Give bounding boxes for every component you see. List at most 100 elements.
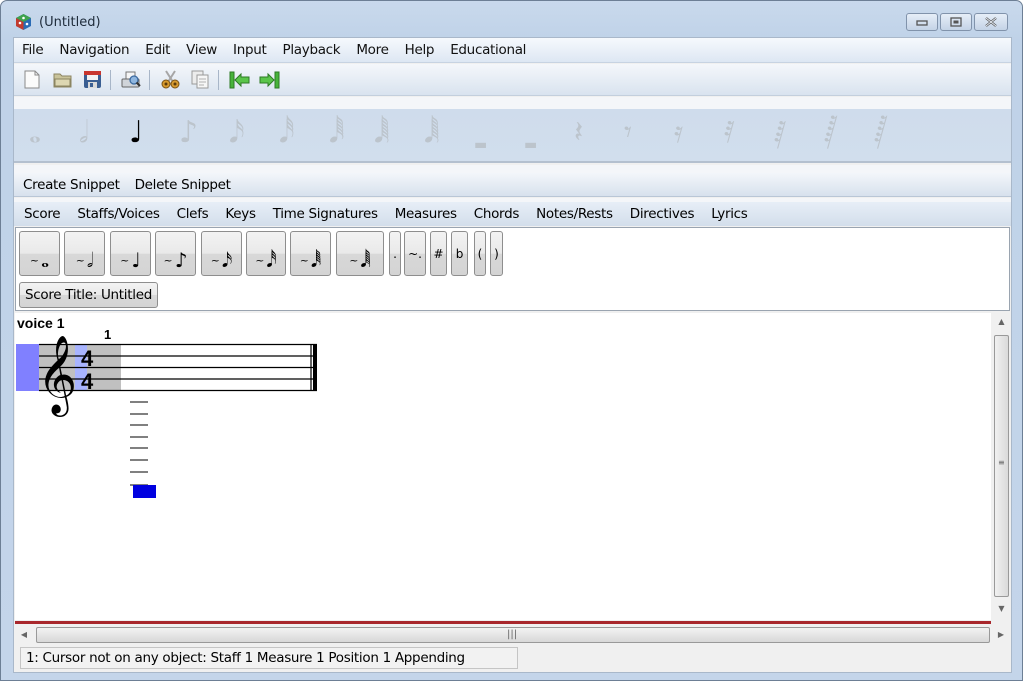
vertical-scrollbar[interactable]: ▲ ≡ ▼: [992, 313, 1011, 624]
tie-tilde: ~: [120, 254, 130, 267]
quarter-note-icon: ♩: [131, 248, 141, 272]
title-bar[interactable]: (Untitled): [1, 1, 1022, 37]
menu-playback[interactable]: Playback: [282, 42, 340, 58]
status-bar: 1: Cursor not on any object: Staff 1 Mea…: [20, 647, 518, 669]
sixty-fourth-note-icon: 𝅘𝅥𝅱: [310, 248, 322, 272]
sixteenth-note-icon: 𝅘𝅥𝅯: [221, 248, 233, 272]
menu-navigation[interactable]: Navigation: [59, 42, 129, 58]
note-button-panel: Score Title: Untitled ~ 𝅝 ~ 𝅗𝅥 ~ ♩ ~ ♪ ~ 𝅘𝅥𝅯 ~ 𝅘𝅥𝅰 ~…: [15, 227, 1010, 311]
duration-256th-rest[interactable]: 𝅂: [874, 115, 887, 150]
create-snippet-button[interactable]: Create Snippet: [23, 177, 120, 193]
next-movement-button[interactable]: [258, 69, 280, 91]
duration-256th-note[interactable]: 𝅘𝅥𝅲: [424, 115, 440, 150]
duration-sixty-fourth-rest[interactable]: 𝅁: [774, 115, 786, 150]
duration-eighth-note[interactable]: ♪: [179, 115, 198, 150]
menu-educational[interactable]: Educational: [450, 42, 526, 58]
insert-thirty-second-note-button[interactable]: ~ 𝅘𝅥𝅰: [246, 231, 286, 276]
duration-palette: 𝅝 𝅗𝅥 ♩ ♪ 𝅘𝅥𝅯 𝅘𝅥𝅰 𝅘𝅥𝅱 𝅘𝅥𝅲 𝅘𝅥𝅲 ▬ ▬ 𝄽 𝄾 𝄿 𝅀 𝅁 𝅂 𝅂: [14, 109, 1011, 163]
insert-sixty-fourth-note-button[interactable]: ~ 𝅘𝅥𝅱: [290, 231, 331, 276]
duration-eighth-rest[interactable]: 𝄾: [624, 115, 632, 150]
delete-snippet-button[interactable]: Delete Snippet: [135, 177, 231, 193]
score-title-button[interactable]: Score Title: Untitled: [19, 282, 158, 308]
maximize-icon: [950, 17, 962, 27]
category-staffs-voices[interactable]: Staffs/Voices: [77, 206, 160, 222]
duration-half-rest[interactable]: ▬: [524, 137, 537, 153]
thirty-second-note-icon: 𝅘𝅥𝅰: [266, 248, 277, 272]
duration-128th-note[interactable]: 𝅘𝅥𝅲: [374, 115, 390, 150]
ledger-lines: [130, 401, 148, 486]
sharp-button[interactable]: #: [430, 231, 447, 276]
menu-more[interactable]: More: [356, 42, 389, 58]
category-time-signatures[interactable]: Time Signatures: [273, 206, 378, 222]
duration-whole-rest[interactable]: ▬: [474, 137, 487, 153]
insert-quarter-note-button[interactable]: ~ ♩: [110, 231, 151, 276]
new-file-button[interactable]: [21, 69, 43, 91]
tie-tilde: ~: [299, 254, 309, 267]
snippet-bar: Create Snippet Delete Snippet: [14, 173, 1011, 197]
category-keys[interactable]: Keys: [225, 206, 256, 222]
menu-help[interactable]: Help: [405, 42, 435, 58]
duration-whole-note[interactable]: 𝅝: [29, 115, 41, 150]
copy-button[interactable]: [189, 69, 211, 91]
barline-thick: [313, 344, 317, 391]
duration-sixteenth-note[interactable]: 𝅘𝅥𝅯: [229, 115, 245, 150]
menu-file[interactable]: File: [22, 42, 44, 58]
duration-quarter-rest[interactable]: 𝄽: [574, 115, 583, 150]
grip-icon: |||: [507, 629, 518, 640]
tie-tilde: ~: [75, 254, 85, 267]
score-staff-drawing: 𝄞 4 4: [16, 335, 317, 498]
print-preview-button[interactable]: [120, 69, 142, 91]
duration-half-note[interactable]: 𝅗𝅥: [79, 115, 89, 150]
cut-button[interactable]: [159, 69, 181, 91]
insert-whole-note-button[interactable]: ~ 𝅝: [19, 231, 60, 276]
category-directives[interactable]: Directives: [630, 206, 695, 222]
scroll-right-arrow-icon[interactable]: ▶: [992, 630, 1010, 639]
tie-tilde: ~: [255, 254, 265, 267]
duration-sixteenth-rest[interactable]: 𝄿: [674, 115, 683, 150]
category-chords[interactable]: Chords: [474, 206, 520, 222]
menu-edit[interactable]: Edit: [145, 42, 170, 58]
menu-input[interactable]: Input: [233, 42, 267, 58]
minimize-button[interactable]: [906, 13, 938, 31]
timesig-numerator: 4: [81, 346, 94, 371]
open-paren-button[interactable]: (: [474, 231, 486, 276]
duration-128th-rest[interactable]: 𝅂: [824, 115, 837, 150]
vertical-scroll-thumb[interactable]: ≡: [994, 335, 1009, 597]
close-button[interactable]: [974, 13, 1008, 31]
scroll-down-arrow-icon[interactable]: ▼: [992, 604, 1011, 613]
menu-view[interactable]: View: [186, 42, 217, 58]
tie-dot-button[interactable]: ~.: [404, 231, 426, 276]
score-canvas[interactable]: 𝄞 4 4 voice 1 1: [15, 313, 991, 620]
horizontal-scroll-thumb[interactable]: |||: [36, 627, 990, 643]
next-movement-icon: [259, 71, 279, 88]
category-measures[interactable]: Measures: [395, 206, 457, 222]
previous-movement-icon: [229, 71, 249, 88]
duration-quarter-note[interactable]: ♩: [129, 115, 143, 150]
insert-128th-note-button[interactable]: ~ 𝅘𝅥𝅲: [336, 231, 384, 276]
app-window: (Untitled) File Navigation Edit View Inp…: [0, 0, 1023, 681]
horizontal-scrollbar[interactable]: ◀ ||| ▶: [15, 626, 1011, 644]
insert-sixteenth-note-button[interactable]: ~ 𝅘𝅥𝅯: [201, 231, 242, 276]
flat-button[interactable]: b: [451, 231, 468, 276]
previous-movement-button[interactable]: [228, 69, 250, 91]
scroll-left-arrow-icon[interactable]: ◀: [15, 630, 33, 639]
scroll-up-arrow-icon[interactable]: ▲: [992, 317, 1011, 326]
open-file-button[interactable]: [51, 69, 73, 91]
close-paren-button[interactable]: ): [490, 231, 503, 276]
category-notes-rests[interactable]: Notes/Rests: [536, 206, 613, 222]
save-button[interactable]: [81, 69, 103, 91]
category-lyrics[interactable]: Lyrics: [711, 206, 748, 222]
maximize-button[interactable]: [940, 13, 972, 31]
duration-thirty-second-note[interactable]: 𝅘𝅥𝅰: [279, 115, 295, 150]
timesig-denominator: 4: [81, 369, 94, 394]
category-score[interactable]: Score: [24, 206, 61, 222]
duration-thirty-second-rest[interactable]: 𝅀: [724, 115, 735, 150]
category-clefs[interactable]: Clefs: [177, 206, 209, 222]
staff-selection-marker: [16, 344, 39, 391]
insert-eighth-note-button[interactable]: ~ ♪: [155, 231, 196, 276]
duration-sixty-fourth-note[interactable]: 𝅘𝅥𝅱: [329, 115, 345, 150]
dot-button[interactable]: .: [389, 231, 401, 276]
toolbar-separator: [149, 69, 150, 90]
treble-clef: 𝄞: [37, 335, 77, 417]
insert-half-note-button[interactable]: ~ 𝅗𝅥: [64, 231, 105, 276]
